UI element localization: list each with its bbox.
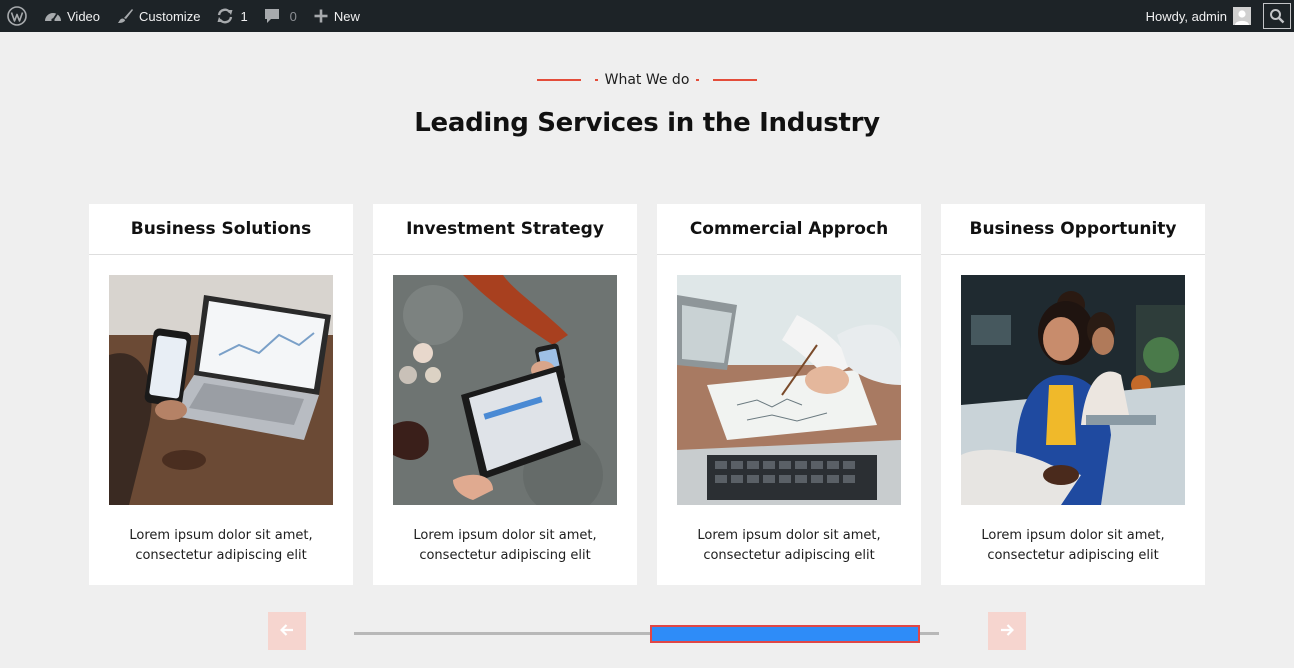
avatar: [1233, 7, 1251, 25]
eyebrow-line-right: [713, 79, 758, 81]
card-description: Lorem ipsum dolor sit amet, consectetur …: [99, 526, 343, 566]
updates-count: 1: [240, 8, 248, 24]
updates-icon: [216, 8, 234, 24]
new-label: New: [333, 8, 360, 24]
section-title: Leading Services in the Industry: [414, 108, 880, 138]
plus-icon: [313, 8, 329, 24]
site-name-label: Video: [67, 8, 101, 24]
slider-prev-button[interactable]: [268, 612, 306, 650]
card-description-line2: consectetur adipiscing elit: [703, 548, 875, 563]
card-description-line1: Lorem ipsum dolor sit amet,: [981, 528, 1165, 543]
customize-label: Customize: [139, 8, 201, 24]
service-card[interactable]: Investment Strategy Lorem ipsum dolor si…: [373, 204, 637, 585]
eyebrow-line-left: [536, 79, 581, 81]
card-title[interactable]: Investment Strategy: [373, 204, 637, 255]
card-title[interactable]: Business Solutions: [89, 204, 353, 255]
card-description: Lorem ipsum dolor sit amet, consectetur …: [951, 526, 1195, 566]
comments-menu[interactable]: 0: [256, 0, 305, 32]
search-icon[interactable]: [1263, 3, 1291, 29]
dashboard-icon: [44, 8, 62, 24]
slider-scrollbar-thumb[interactable]: [650, 625, 920, 643]
account-menu[interactable]: Howdy, admin: [1138, 0, 1253, 32]
card-description-line2: consectetur adipiscing elit: [419, 548, 591, 563]
card-description-line1: Lorem ipsum dolor sit amet,: [129, 528, 313, 543]
wordpress-logo-icon[interactable]: [0, 0, 36, 32]
comments-count: 0: [289, 8, 297, 24]
card-title[interactable]: Commercial Approch: [657, 204, 921, 255]
site-name-menu[interactable]: Video: [36, 0, 108, 32]
updates-menu[interactable]: 1: [208, 0, 255, 32]
service-card[interactable]: Commercial Approch Lorem ipsum dolor sit…: [657, 204, 921, 585]
card-image-tablet-table: [393, 275, 617, 505]
card-description-line2: consectetur adipiscing elit: [135, 548, 307, 563]
customize-menu[interactable]: Customize: [108, 0, 208, 32]
paintbrush-icon: [116, 8, 134, 24]
comment-icon: [264, 8, 280, 24]
slider-next-button[interactable]: [988, 612, 1026, 650]
admin-bar: Video Customize 1 0 New Howdy, admin: [0, 0, 1294, 32]
eyebrow-label: What We do: [604, 72, 690, 88]
card-image-documents-laptops: [677, 275, 901, 505]
card-description-line1: Lorem ipsum dolor sit amet,: [697, 528, 881, 543]
eyebrow-dot-right: [696, 79, 700, 81]
card-description: Lorem ipsum dolor sit amet, consectetur …: [383, 526, 627, 566]
howdy-greeting: Howdy, admin: [1145, 8, 1227, 24]
eyebrow-dot-left: [594, 79, 598, 81]
card-image-office-team: [961, 275, 1185, 505]
service-card[interactable]: Business Opportunity Lorem ipsum dolor s…: [941, 204, 1205, 585]
card-description-line2: consectetur adipiscing elit: [987, 548, 1159, 563]
service-card[interactable]: Business Solutions Lorem ipsum dolor sit…: [89, 204, 353, 585]
card-image-laptop-phone: [109, 275, 333, 505]
card-title[interactable]: Business Opportunity: [941, 204, 1205, 255]
arrow-left-icon: [279, 621, 294, 642]
arrow-right-icon: [1000, 621, 1015, 642]
new-content-menu[interactable]: New: [305, 0, 368, 32]
card-description: Lorem ipsum dolor sit amet, consectetur …: [667, 526, 911, 566]
section-eyebrow: What We do: [0, 72, 1294, 88]
card-description-line1: Lorem ipsum dolor sit amet,: [413, 528, 597, 543]
